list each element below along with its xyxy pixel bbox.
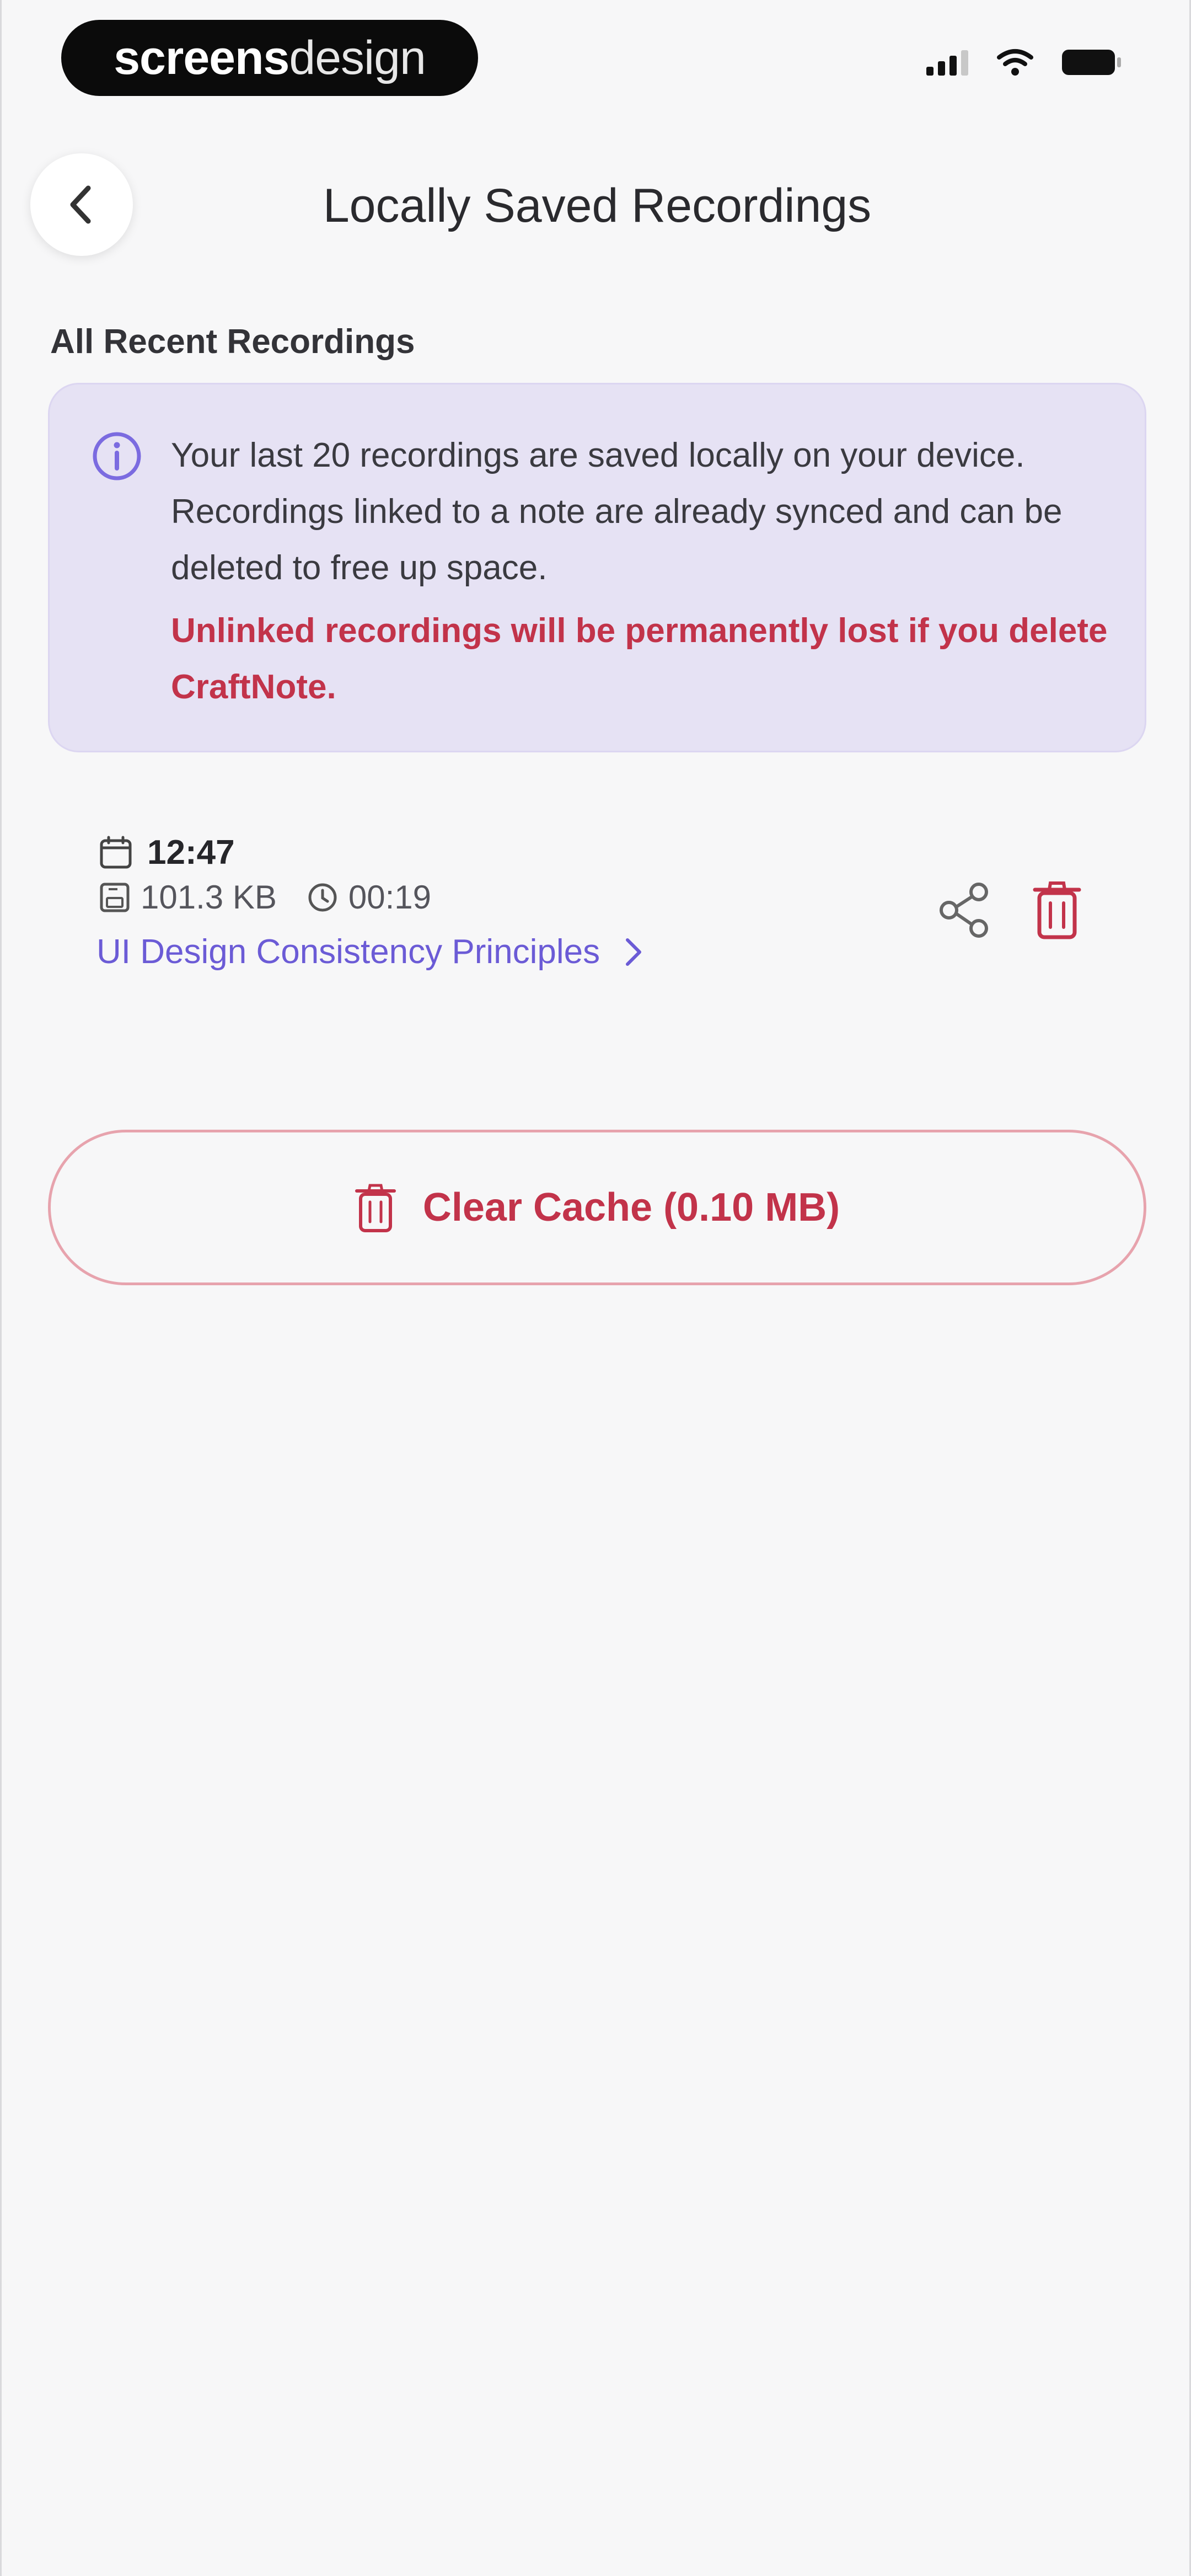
calendar-icon — [100, 836, 132, 868]
recording-duration: 00:19 — [348, 879, 432, 916]
brand-part-1: screens — [114, 31, 289, 84]
linked-note-title: UI Design Consistency Principles — [96, 933, 600, 971]
info-icon — [93, 432, 141, 480]
wifi-icon — [997, 49, 1033, 76]
info-card: Your last 20 recordings are saved locall… — [48, 383, 1146, 752]
recording-size: 101.3 KB — [141, 879, 277, 916]
app-screen: screensdesign Locally Saved Recordings A… — [0, 0, 1191, 2576]
brand-watermark: screensdesign — [61, 20, 478, 96]
recording-time-row: 12:47 — [99, 833, 235, 872]
header: Locally Saved Recordings — [2, 149, 1191, 281]
trash-icon — [355, 1184, 396, 1232]
page-title: Locally Saved Recordings — [323, 179, 872, 232]
clear-cache-button[interactable]: Clear Cache (0.10 MB) — [48, 1130, 1146, 1285]
section-label: All Recent Recordings — [50, 323, 415, 361]
recording-meta-row: 101.3 KB 00:19 — [99, 878, 431, 916]
info-message: Your last 20 recordings are saved locall… — [171, 436, 1063, 587]
clock-icon — [308, 883, 337, 911]
status-icons — [926, 49, 1121, 76]
brand-part-2: design — [289, 31, 426, 84]
trash-icon — [1033, 881, 1081, 939]
info-warning: Unlinked recordings will be permanently … — [171, 612, 1108, 706]
cellular-signal-icon — [926, 49, 968, 76]
list-item: 12:47 101.3 KB 00:19 UI Design Consisten… — [48, 816, 1146, 1015]
storage-icon — [100, 883, 130, 912]
battery-icon — [1062, 50, 1121, 75]
delete-button[interactable] — [1024, 874, 1090, 945]
chevron-right-icon — [626, 938, 642, 966]
linked-note-link[interactable]: UI Design Consistency Principles — [96, 932, 643, 971]
share-button[interactable] — [931, 877, 997, 943]
status-bar: screensdesign — [2, 0, 1191, 116]
clear-cache-label: Clear Cache (0.10 MB) — [422, 1185, 840, 1230]
share-icon — [940, 883, 988, 938]
recording-time: 12:47 — [147, 833, 235, 872]
